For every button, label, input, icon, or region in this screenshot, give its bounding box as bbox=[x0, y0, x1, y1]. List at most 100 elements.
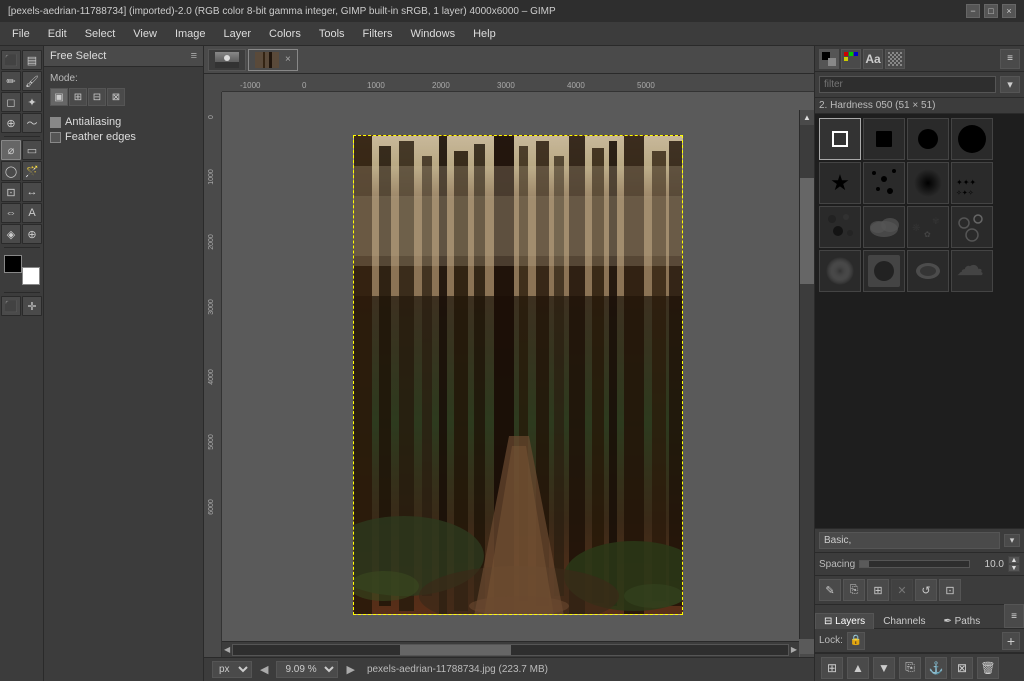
free-select-tool[interactable]: ⌀ bbox=[1, 140, 21, 160]
tab-channels[interactable]: Channels bbox=[874, 613, 934, 629]
ellipse-select-tool[interactable]: ◯ bbox=[1, 161, 21, 181]
layer-duplicate-btn[interactable]: ⎘ bbox=[899, 657, 921, 679]
menu-colors[interactable]: Colors bbox=[261, 26, 309, 42]
mode-add-btn[interactable]: ⊞ bbox=[69, 88, 87, 106]
menu-edit[interactable]: Edit bbox=[40, 26, 75, 42]
crop-tool[interactable]: ⊡ bbox=[1, 182, 21, 202]
zoom-select[interactable]: 9.09 % 25 % 50 % 100 % bbox=[276, 661, 338, 678]
canvas-viewport[interactable]: ▲ ▼ bbox=[222, 92, 814, 657]
foreground-color[interactable] bbox=[4, 255, 22, 273]
status-nav-left[interactable]: ◀ bbox=[260, 663, 268, 676]
menu-windows[interactable]: Windows bbox=[402, 26, 463, 42]
panel-menu-btn[interactable]: ≡ bbox=[1000, 49, 1020, 69]
eyedropper-tool[interactable]: ◈ bbox=[1, 224, 21, 244]
hscroll-left-arrow[interactable]: ◀ bbox=[224, 645, 230, 654]
layer-new-btn[interactable]: ⊞ bbox=[821, 657, 843, 679]
heal-tool[interactable]: ✦ bbox=[22, 92, 42, 112]
horizontal-scrollbar[interactable]: ◀ ▶ bbox=[222, 641, 799, 657]
menu-select[interactable]: Select bbox=[77, 26, 124, 42]
menu-view[interactable]: View bbox=[125, 26, 165, 42]
hscroll-right-arrow[interactable]: ▶ bbox=[791, 645, 797, 654]
image-tab-2[interactable]: × bbox=[248, 49, 298, 71]
lock-add-btn[interactable]: + bbox=[1002, 632, 1020, 650]
brush-item-fuzzy[interactable] bbox=[907, 162, 949, 204]
unit-select[interactable]: px in cm bbox=[212, 661, 252, 678]
brush-refresh-btn[interactable]: ↺ bbox=[915, 579, 937, 601]
brush-item-square-outline[interactable] bbox=[819, 118, 861, 160]
scroll-track[interactable] bbox=[800, 125, 814, 654]
menu-filters[interactable]: Filters bbox=[355, 26, 401, 42]
canvas-image[interactable] bbox=[353, 135, 683, 615]
layer-lower-btn[interactable]: ▼ bbox=[873, 657, 895, 679]
brush-item-soft-round[interactable] bbox=[819, 250, 861, 292]
layers-panel-menu[interactable]: ≡ bbox=[1004, 604, 1024, 628]
brush-item-bokeh[interactable] bbox=[951, 206, 993, 248]
brush-item-scatter1[interactable] bbox=[863, 162, 905, 204]
spacing-up[interactable]: ▲ bbox=[1008, 556, 1020, 564]
brush-item-splash[interactable]: ❋ ✿ ✾ bbox=[907, 206, 949, 248]
maximize-button[interactable]: □ bbox=[984, 4, 998, 18]
scroll-up-arrow[interactable]: ▲ bbox=[800, 110, 814, 125]
antialiasing-checkbox[interactable] bbox=[50, 117, 61, 128]
brush-item-texture4[interactable] bbox=[907, 250, 949, 292]
brush-settings-btn[interactable]: ⊡ bbox=[939, 579, 961, 601]
mode-replace-btn[interactable]: ▣ bbox=[50, 88, 68, 106]
vertical-scrollbar[interactable]: ▲ ▼ bbox=[799, 110, 814, 639]
minimize-button[interactable]: − bbox=[966, 4, 980, 18]
brush-item-hardness[interactable] bbox=[907, 118, 949, 160]
pencil-tool[interactable]: ✏ bbox=[1, 71, 21, 91]
tab-close-2[interactable]: × bbox=[285, 54, 291, 65]
scroll-thumb[interactable] bbox=[800, 178, 814, 284]
brush-item-texture5[interactable]: ☁ bbox=[951, 250, 993, 292]
layer-anchor-btn[interactable]: ⚓ bbox=[925, 657, 947, 679]
smudge-tool[interactable]: 〜 bbox=[22, 113, 42, 133]
brush-preset-dropdown[interactable]: ▾ bbox=[1004, 534, 1020, 547]
tab-paths[interactable]: ✒ Paths bbox=[934, 613, 989, 629]
panel-text-icon[interactable]: Aa bbox=[863, 49, 883, 69]
quick-mask-tool[interactable]: ⬛ bbox=[1, 296, 21, 316]
panel-swatch-icon[interactable] bbox=[841, 49, 861, 69]
layer-merge-btn[interactable]: ⊠ bbox=[951, 657, 973, 679]
paint-bucket-tool[interactable]: ⬛ bbox=[1, 50, 21, 70]
flip-tool[interactable]: ⇔ bbox=[1, 203, 21, 223]
rect-select-tool[interactable]: ▭ bbox=[22, 140, 42, 160]
canvas-scroll-area[interactable]: -1000 0 1000 2000 3000 4000 5000 0 1000 … bbox=[204, 74, 814, 657]
eraser-tool[interactable]: ◻ bbox=[1, 92, 21, 112]
mode-subtract-btn[interactable]: ⊟ bbox=[88, 88, 106, 106]
text-tool[interactable]: A bbox=[22, 203, 42, 223]
brush-delete-btn[interactable]: ✕ bbox=[891, 579, 913, 601]
panel-color-icon[interactable] bbox=[819, 49, 839, 69]
tab-layers[interactable]: ⊟ Layers bbox=[815, 613, 874, 629]
brush-item-small-dot[interactable] bbox=[863, 118, 905, 160]
fuzzy-select-tool[interactable]: 🪄 bbox=[22, 161, 42, 181]
menu-layer[interactable]: Layer bbox=[216, 26, 260, 42]
panel-pattern-icon[interactable] bbox=[885, 49, 905, 69]
color-selector[interactable] bbox=[4, 255, 40, 285]
mode-intersect-btn[interactable]: ⊠ bbox=[107, 88, 125, 106]
feather-checkbox[interactable] bbox=[50, 132, 61, 143]
brush-copy-btn[interactable]: ⊞ bbox=[867, 579, 889, 601]
layer-delete-btn[interactable]: 🗑 bbox=[977, 657, 999, 679]
layer-raise-btn[interactable]: ▲ bbox=[847, 657, 869, 679]
status-nav-right[interactable]: ▶ bbox=[346, 663, 354, 676]
clone-tool[interactable]: ⊕ bbox=[1, 113, 21, 133]
brush-item-texture1[interactable]: ✦✦✦ ✧✦✧ bbox=[951, 162, 993, 204]
background-color[interactable] bbox=[22, 267, 40, 285]
transform-tool[interactable]: ↔ bbox=[22, 182, 42, 202]
brush-filter-dropdown[interactable]: ▾ bbox=[1000, 76, 1020, 93]
move-tool[interactable]: ✛ bbox=[22, 296, 42, 316]
menu-image[interactable]: Image bbox=[167, 26, 214, 42]
tool-options-menu-icon[interactable]: ≡ bbox=[191, 50, 197, 62]
menu-help[interactable]: Help bbox=[465, 26, 504, 42]
brush-item-cloud[interactable] bbox=[863, 206, 905, 248]
brush-item-star[interactable]: ★ bbox=[819, 162, 861, 204]
gradient-tool[interactable]: ▤ bbox=[22, 50, 42, 70]
hscroll-track[interactable] bbox=[232, 644, 789, 656]
brush-grid[interactable]: ★ bbox=[815, 114, 1024, 528]
spacing-down[interactable]: ▼ bbox=[1008, 564, 1020, 572]
brush-edit-btn[interactable]: ✎ bbox=[819, 579, 841, 601]
lock-pixels-btn[interactable]: 🔒 bbox=[847, 632, 865, 650]
brush-item-large-circle[interactable] bbox=[951, 118, 993, 160]
brush-item-texture3[interactable] bbox=[863, 250, 905, 292]
brush-duplicate-btn[interactable]: ⎘ bbox=[843, 579, 865, 601]
